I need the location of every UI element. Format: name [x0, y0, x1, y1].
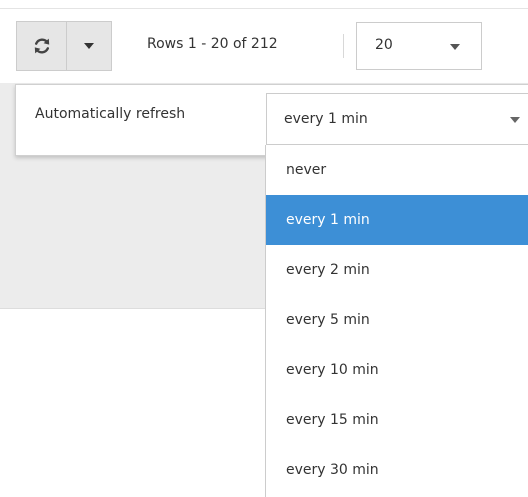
page-size-select[interactable]: 20	[356, 22, 482, 70]
option-never[interactable]: never	[266, 145, 528, 195]
top-divider	[0, 8, 528, 9]
auto-refresh-label: Automatically refresh	[35, 106, 186, 122]
auto-refresh-select[interactable]: every 1 min	[266, 93, 528, 145]
option-every-5-min[interactable]: every 5 min	[266, 295, 528, 345]
rows-count-label: Rows 1 - 20 of 212	[147, 36, 278, 52]
toolbar-divider	[343, 34, 344, 58]
option-every-2-min[interactable]: every 2 min	[266, 245, 528, 295]
page-size-value: 20	[375, 37, 393, 53]
refresh-icon	[34, 38, 49, 54]
option-every-30-min[interactable]: every 30 min	[266, 445, 528, 495]
chevron-down-icon	[510, 117, 520, 123]
auto-refresh-options-list: never every 1 min every 2 min every 5 mi…	[265, 145, 528, 497]
caret-down-icon	[84, 43, 94, 49]
auto-refresh-value: every 1 min	[284, 111, 368, 127]
refresh-options-button[interactable]	[66, 21, 112, 71]
option-every-10-min[interactable]: every 10 min	[266, 345, 528, 395]
refresh-button[interactable]	[16, 21, 66, 71]
option-every-1-min[interactable]: every 1 min	[266, 195, 528, 245]
option-every-15-min[interactable]: every 15 min	[266, 395, 528, 445]
chevron-down-icon	[450, 44, 460, 50]
